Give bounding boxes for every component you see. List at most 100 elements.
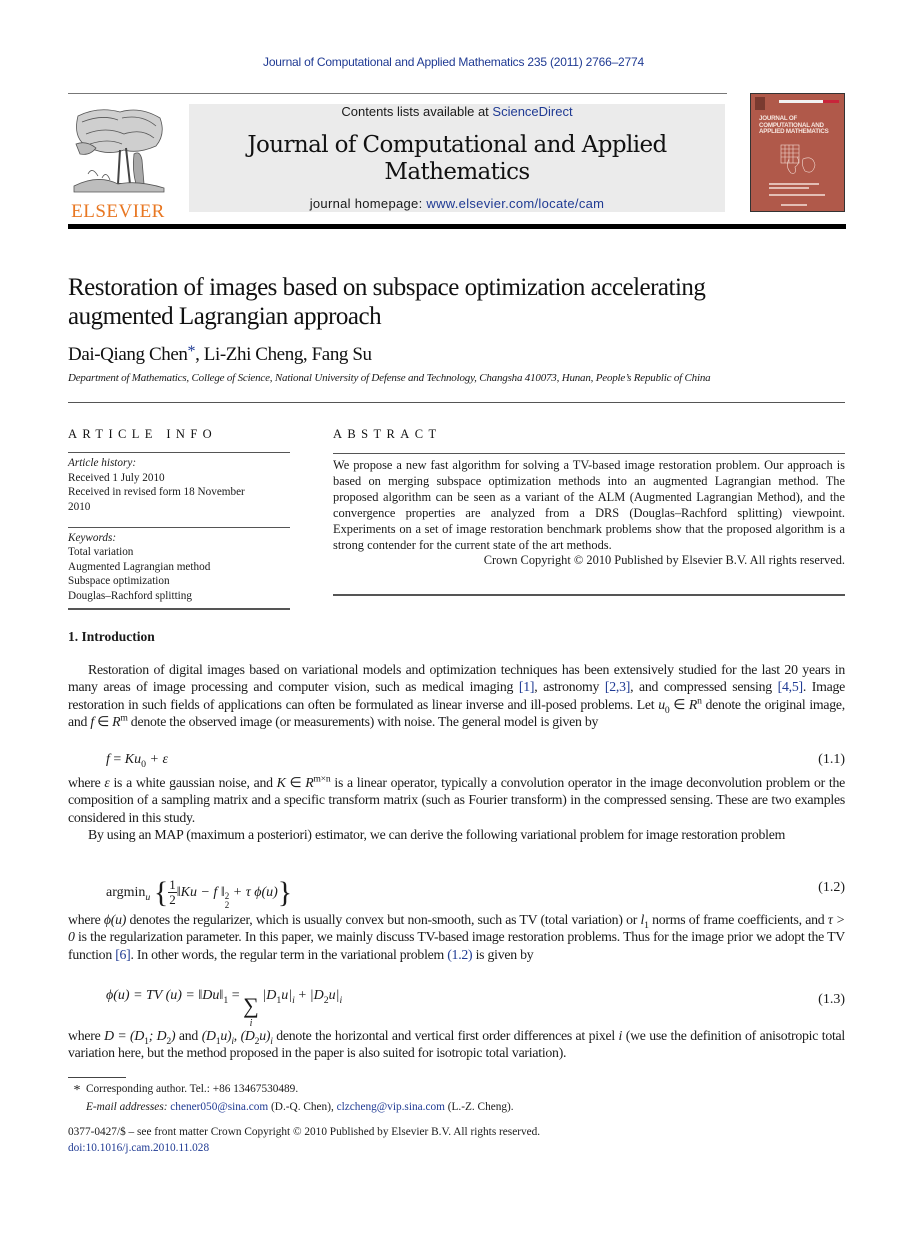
abstract-end-rule [333,594,845,597]
math-var: u [658,696,665,712]
text-run: , astronomy [534,679,605,695]
cover-logo [755,97,765,110]
footnotes: * Corresponding author. Tel.: +86 1346753… [68,1081,514,1116]
journal-title-line2: Mathematics [384,159,530,185]
author-separator: , [302,344,312,365]
article-info: ARTICLE INFO Article history: Received 1… [68,427,290,611]
equation-expression: argminu {1 2 ‖Ku − f ‖ 2 2 + τ ϕ(u)} [106,876,293,910]
equation-1-1: f = Ku0 + ε (1.1) [68,752,845,770]
equation-expression: f = Ku0 + ε [106,752,169,770]
abstract: ABSTRACT We propose a new fast algorithm… [333,427,845,597]
footnote-rule [68,1077,126,1078]
journal-cover-thumbnail[interactable]: JOURNAL OF COMPUTATIONAL AND APPLIED MAT… [750,93,845,212]
math-var: R [688,696,698,712]
sciencedirect-link[interactable]: ScienceDirect [492,104,572,119]
intro-paragraph-3: By using an MAP (maximum a posteriori) e… [88,827,786,842]
equation-reference-link[interactable]: (1.2) [447,947,472,962]
equation-number: (1.1) [818,752,845,767]
citation-link[interactable]: [2,3] [605,679,630,694]
author-affiliation: Department of Mathematics, College of Sc… [68,372,711,384]
intro-paragraph-5: where D = (D1; D2) and (D1u)i, (D2u)i de… [68,1028,846,1061]
article-info-heading: ARTICLE INFO [68,427,218,441]
elsevier-logo[interactable]: ELSEVIER [68,104,168,221]
section-heading-introduction: 1. Introduction [68,629,155,644]
keywords-rule [68,527,290,529]
email-link[interactable]: clzcheng@vip.sina.com [337,1101,445,1113]
corresponding-author-mark[interactable]: * [187,343,195,360]
citation-link[interactable]: [6] [115,947,131,962]
intro-paragraph-1: Restoration of digital images based on v… [68,661,845,731]
history-item: Received 1 July 2010 [68,471,165,484]
article-info-rule [68,452,290,454]
cover-text-line [769,187,809,189]
author-separator: , [195,344,204,365]
cover-text-line [769,183,819,185]
header-rule-top [68,93,727,94]
equation-1-3: ϕ(u) = TV (u) = ‖Du‖1 = ∑ i |D1u|i + |D2u… [68,986,845,1029]
equation-number: (1.2) [818,880,845,895]
citation-link[interactable]: [4,5] [778,679,803,694]
equation-1-2: argminu {1 2 ‖Ku − f ‖ 2 2 + τ ϕ(u)} (1.2) [68,868,845,910]
math-op: ∈ [93,714,113,730]
text-run: where [68,912,104,927]
article-title-line1: Restoration of images based on subspace … [68,274,706,301]
cover-header-accent [823,100,839,103]
article-info-end-rule [68,608,290,611]
publisher-name: ELSEVIER [71,201,165,222]
running-head[interactable]: Journal of Computational and Applied Mat… [0,55,907,69]
doi-link[interactable]: doi:10.1016/j.cam.2010.11.028 [68,1140,540,1156]
author-name[interactable]: Li-Zhi Cheng [204,344,304,365]
text-run: where [68,1028,105,1043]
author-name[interactable]: Fang Su [312,344,372,365]
math-var: ϕ(u) [103,912,127,927]
elsevier-tree-icon [73,109,165,193]
homepage-link[interactable]: www.elsevier.com/locate/cam [426,196,604,211]
text-run: norms of frame coefficients, and [648,912,828,927]
text-run: is given by [472,946,534,962]
math-op: ∈ [669,696,689,712]
cover-figure-icon [780,144,816,174]
abstract-rule [333,453,845,454]
abstract-heading: ABSTRACT [333,427,442,441]
journal-title: Journal of Computational and Applied Mat… [189,132,725,186]
contents-line: Contents lists available at ScienceDirec… [189,104,725,120]
homepage-line: journal homepage: www.elsevier.com/locat… [189,196,725,211]
text-run: , and compressed sensing [630,679,778,695]
email-label: E-mail addresses: [86,1101,171,1114]
history-item: 2010 [68,500,91,513]
text-run: . In other words, the regular term in th… [130,946,448,962]
history-label: Article history: [68,457,137,470]
contents-prefix: Contents lists available at [341,104,493,119]
title-block-rule [68,402,845,403]
citation-link[interactable]: [1] [519,679,535,694]
text-run: where [68,775,105,790]
equation-expression: ϕ(u) = TV (u) = ‖Du‖1 = ∑ i |D1u|i + |D2u… [106,988,343,1029]
keywords-label: Keywords: [68,532,117,545]
equation-number: (1.3) [818,992,845,1007]
intro-paragraph-2: where ε is a white gaussian noise, and K… [68,774,845,826]
journal-title-line1: Journal of Computational and Applied [247,132,667,158]
footnote-mark: * [73,1083,81,1098]
history-item: Received in revised form 18 November [68,486,245,499]
text-run: is a white gaussian noise, and [109,775,277,790]
article-title: Restoration of images based on subspace … [68,273,848,331]
abstract-text: We propose a new fast algorithm for solv… [333,458,845,552]
math-sup: m [120,712,128,724]
homepage-prefix: journal homepage: [309,196,427,211]
front-matter: 0377-0427/$ – see front matter Crown Cop… [68,1124,540,1156]
author-list: Dai-Qiang Chen*, Li-Zhi Cheng, Fang Su [68,343,372,366]
issn-line: 0377-0427/$ – see front matter Crown Cop… [68,1126,541,1138]
author-name[interactable]: Dai-Qiang Chen [68,344,188,365]
cover-title-line: APPLIED MATHEMATICS [759,128,829,136]
keyword: Total variation [68,546,134,559]
text-run: denotes the regularizer, which is usuall… [126,912,641,927]
text-run: and [175,1028,202,1043]
keyword: Subspace optimization [68,575,170,588]
cover-title: JOURNAL OF COMPUTATIONAL AND APPLIED MAT… [759,115,841,136]
article-title-line2: augmented Lagrangian approach [68,303,382,330]
math-var: D = (D [104,1028,145,1043]
email-link[interactable]: chener050@sina.com [170,1101,268,1113]
keyword: Augmented Lagrangian method [68,560,211,573]
cover-text-line [781,204,807,206]
corresponding-author-note: Corresponding author. Tel.: +86 13467530… [86,1083,299,1095]
